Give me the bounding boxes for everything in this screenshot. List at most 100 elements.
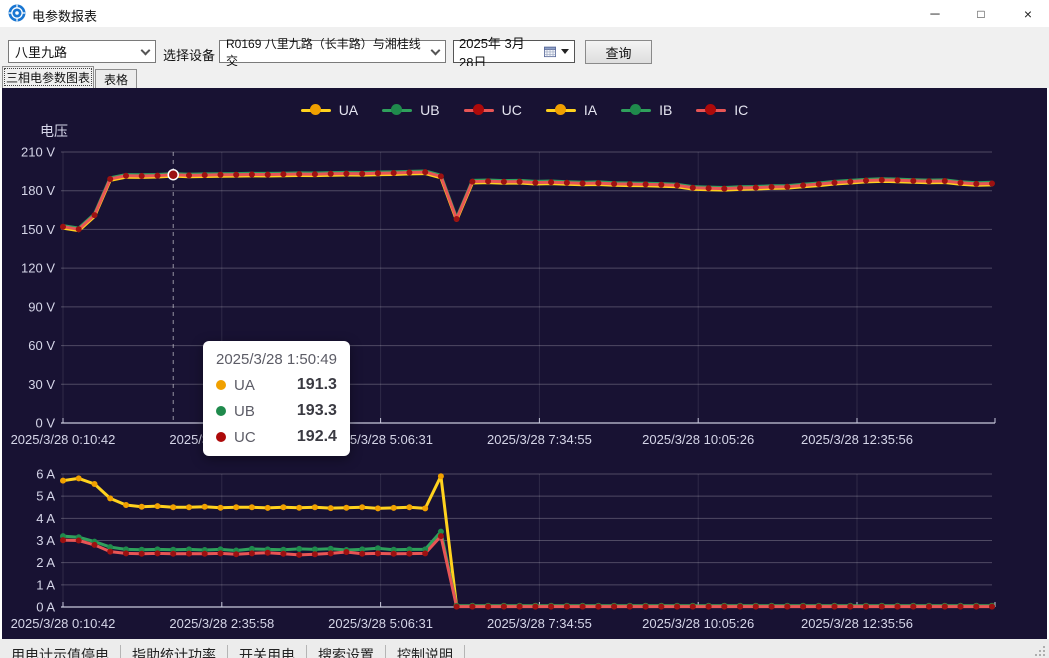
- svg-text:2025/3/28 10:05:26: 2025/3/28 10:05:26: [642, 616, 754, 631]
- tooltip-row: UC 192.4: [216, 428, 337, 446]
- tooltip-series-value: 191.3: [275, 376, 337, 394]
- tooltip-row: UB 193.3: [216, 402, 337, 420]
- svg-text:210 V: 210 V: [21, 145, 55, 160]
- minimize-button[interactable]: ─: [918, 0, 952, 27]
- device-combobox-value: R0169 八里九路（长丰路）与湘桂线交: [226, 35, 432, 69]
- device-label: 选择设备: [163, 45, 215, 64]
- chevron-down-icon: [431, 45, 441, 55]
- legend-label: IA: [584, 102, 597, 118]
- series-markers-IC: [60, 533, 995, 610]
- svg-text:2025/3/28 2:35:58: 2025/3/28 2:35:58: [169, 616, 274, 631]
- legend-label: UC: [502, 102, 522, 118]
- tooltip-series-label: UC: [234, 429, 256, 446]
- series-line-IC: [63, 536, 992, 607]
- chart-tooltip: 2025/3/28 1:50:49 UA 191.3 UB 193.3 UC 192.4: [203, 341, 350, 456]
- series-line-IA: [63, 476, 992, 606]
- report-window: 电参数报表 ─ □ × 八里九路 选择设备 R0169 八里九路（长丰路）与湘桂…: [0, 0, 1049, 658]
- svg-text:120 V: 120 V: [21, 261, 55, 276]
- svg-text:6 A: 6 A: [36, 467, 55, 482]
- legend-item-IA[interactable]: IA: [546, 102, 597, 118]
- date-picker-value: 2025年 3月28日: [459, 33, 539, 71]
- svg-text:0 V: 0 V: [35, 416, 55, 431]
- calendar-icon: [544, 45, 556, 58]
- chevron-down-icon: [141, 45, 151, 55]
- status-strip-item[interactable]: 指助统计功率: [121, 645, 228, 658]
- legend-swatch-icon: [546, 104, 576, 116]
- titlebar: 电参数报表 ─ □ ×: [0, 0, 1049, 27]
- legend-label: IC: [734, 102, 748, 118]
- series-markers-IA: [60, 473, 995, 609]
- svg-text:2025/3/28 12:35:56: 2025/3/28 12:35:56: [801, 616, 913, 631]
- series-line-UB: [63, 171, 992, 228]
- svg-text:2025/3/28 7:34:55: 2025/3/28 7:34:55: [487, 616, 592, 631]
- legend-swatch-icon: [382, 104, 412, 116]
- chart-panel: UA UB UC IA IB IC 0 V 30 V 60 V 90 V 120 V 150 V 18…: [2, 88, 1047, 639]
- tooltip-time: 2025/3/28 1:50:49: [216, 351, 337, 368]
- maximize-icon: □: [977, 7, 984, 21]
- query-button[interactable]: 查询: [585, 40, 652, 64]
- minimize-icon: ─: [930, 6, 939, 21]
- date-picker[interactable]: 2025年 3月28日: [453, 40, 575, 63]
- legend-item-UB[interactable]: UB: [382, 102, 439, 118]
- status-strip-item[interactable]: 控制说明: [386, 645, 465, 658]
- legend-swatch-icon: [464, 104, 494, 116]
- legend-swatch-icon: [696, 104, 726, 116]
- svg-text:60 V: 60 V: [28, 338, 55, 353]
- svg-text:180 V: 180 V: [21, 183, 55, 198]
- svg-text:3 A: 3 A: [36, 533, 55, 548]
- area-combobox-value: 八里九路: [15, 42, 67, 61]
- legend-item-IC[interactable]: IC: [696, 102, 748, 118]
- svg-text:150 V: 150 V: [21, 222, 55, 237]
- maximize-button[interactable]: □: [964, 0, 998, 27]
- tooltip-series-value: 193.3: [275, 402, 337, 420]
- legend-label: UB: [420, 102, 439, 118]
- status-strip-item[interactable]: 搜索设置: [307, 645, 386, 658]
- legend-item-UA[interactable]: UA: [301, 102, 358, 118]
- series-dot-icon: [216, 406, 226, 416]
- svg-text:1 A: 1 A: [36, 577, 55, 592]
- tooltip-series-value: 192.4: [275, 428, 337, 446]
- legend-label: UA: [339, 102, 358, 118]
- device-combobox[interactable]: R0169 八里九路（长丰路）与湘桂线交: [219, 40, 446, 63]
- highlighted-point: [168, 170, 178, 180]
- svg-text:2025/3/28 0:10:42: 2025/3/28 0:10:42: [11, 432, 116, 447]
- bottom-strip: 用电计示值停电指助统计功率开关用电搜索设置控制说明: [0, 639, 1049, 658]
- tab-table-label: 表格: [104, 71, 128, 88]
- tabstrip: 三相电参数图表 表格: [0, 66, 1049, 88]
- tooltip-row: UA 191.3: [216, 376, 337, 394]
- legend-item-IB[interactable]: IB: [621, 102, 672, 118]
- legend-item-UC[interactable]: UC: [464, 102, 522, 118]
- query-button-label: 查询: [605, 43, 631, 62]
- series-line-IB: [63, 532, 992, 606]
- svg-text:2025/3/28 0:10:42: 2025/3/28 0:10:42: [11, 616, 116, 631]
- svg-text:电压: 电压: [40, 123, 68, 139]
- legend: UA UB UC IA IB IC: [2, 102, 1047, 118]
- tab-chart[interactable]: 三相电参数图表: [2, 66, 94, 88]
- svg-text:2025/3/28 12:35:56: 2025/3/28 12:35:56: [801, 432, 913, 447]
- svg-text:90 V: 90 V: [28, 299, 55, 314]
- svg-text:2025/3/28 5:06:31: 2025/3/28 5:06:31: [328, 616, 433, 631]
- svg-text:5 A: 5 A: [36, 489, 55, 504]
- tooltip-series-label: UB: [234, 403, 255, 420]
- legend-label: IB: [659, 102, 672, 118]
- svg-text:0 A: 0 A: [36, 600, 55, 615]
- voltage-chart: 0 V 30 V 60 V 90 V 120 V 150 V 180 V 210 V 2025/…: [11, 123, 995, 447]
- status-strip: 用电计示值停电指助统计功率开关用电搜索设置控制说明: [0, 645, 465, 658]
- svg-text:4 A: 4 A: [36, 511, 55, 526]
- svg-text:30 V: 30 V: [28, 377, 55, 392]
- current-chart: 0 A1 A2 A3 A4 A5 A6 A2025/3/28 0:10:4220…: [11, 467, 995, 632]
- tab-table[interactable]: 表格: [95, 69, 137, 88]
- status-strip-item[interactable]: 用电计示值停电: [0, 645, 121, 658]
- charts-canvas: 0 V 30 V 60 V 90 V 120 V 150 V 180 V 210 V 2025/…: [2, 88, 1047, 639]
- svg-text:2025/3/28 10:05:26: 2025/3/28 10:05:26: [642, 432, 754, 447]
- series-markers-UC: [60, 169, 995, 232]
- svg-text:2025/3/28 7:34:55: 2025/3/28 7:34:55: [487, 432, 592, 447]
- status-strip-item[interactable]: 开关用电: [228, 645, 307, 658]
- legend-swatch-icon: [301, 104, 331, 116]
- close-button[interactable]: ×: [1010, 0, 1046, 27]
- area-combobox[interactable]: 八里九路: [8, 40, 156, 63]
- tooltip-series-label: UA: [234, 377, 255, 394]
- series-dot-icon: [216, 432, 226, 442]
- app-icon: [8, 4, 26, 22]
- resize-grip-icon[interactable]: [1035, 646, 1046, 657]
